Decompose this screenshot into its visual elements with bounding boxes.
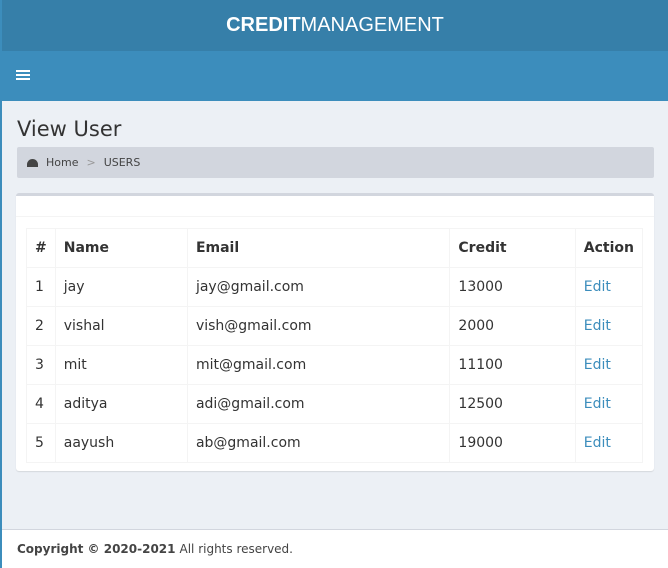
row-name: aayush (54, 423, 188, 463)
breadcrumb: Home > USERS (17, 147, 654, 178)
column-header-action: Action (574, 228, 644, 268)
row-credit: 19000 (449, 423, 576, 463)
table-row: 1 jay jay@gmail.com 13000 Edit (26, 267, 644, 307)
brand-rest-text: MANAGEMENT (300, 14, 444, 36)
edit-link[interactable]: Edit (584, 279, 611, 295)
row-name: jay (54, 267, 188, 307)
users-table: # Name Email Credit Action 1 jay jay@gma… (26, 228, 644, 463)
column-header-name: Name (54, 228, 188, 268)
page-footer: Copyright © 2020-2021 All rights reserve… (2, 529, 668, 568)
brand-bold-text: CREDIT (226, 14, 301, 36)
row-index: 1 (26, 267, 56, 307)
row-index: 3 (26, 345, 56, 385)
row-name: mit (54, 345, 188, 385)
row-action: Edit (574, 384, 644, 424)
column-header-credit: Credit (449, 228, 576, 268)
row-email: ab@gmail.com (186, 423, 451, 463)
row-index: 5 (26, 423, 56, 463)
top-navbar (2, 51, 668, 101)
hamburger-icon[interactable] (16, 68, 30, 84)
dashboard-gauge-icon (27, 158, 38, 167)
users-box: # Name Email Credit Action 1 jay jay@gma… (16, 193, 654, 471)
row-index: 4 (26, 384, 56, 424)
row-email: jay@gmail.com (186, 267, 451, 307)
app-brand[interactable]: CREDIT MANAGEMENT (2, 0, 668, 51)
box-header (16, 196, 654, 217)
breadcrumb-current: USERS (103, 156, 141, 169)
edit-link[interactable]: Edit (584, 318, 611, 334)
table-row: 5 aayush ab@gmail.com 19000 Edit (26, 423, 644, 463)
row-action: Edit (574, 423, 644, 463)
main-content: View User Home > USERS # Name Email Cred… (2, 101, 668, 529)
row-action: Edit (574, 345, 644, 385)
row-credit: 11100 (449, 345, 576, 385)
row-credit: 13000 (449, 267, 576, 307)
column-header-email: Email (186, 228, 451, 268)
table-header-row: # Name Email Credit Action (26, 228, 644, 268)
edit-link[interactable]: Edit (584, 357, 611, 373)
footer-rights: All rights reserved. (179, 542, 294, 556)
row-email: vish@gmail.com (186, 306, 451, 346)
page-title: View User (17, 117, 122, 141)
breadcrumb-home-link[interactable]: Home (46, 156, 78, 169)
table-row: 2 vishal vish@gmail.com 2000 Edit (26, 306, 644, 346)
row-credit: 12500 (449, 384, 576, 424)
row-email: mit@gmail.com (186, 345, 451, 385)
row-action: Edit (574, 306, 644, 346)
row-credit: 2000 (449, 306, 576, 346)
row-action: Edit (574, 267, 644, 307)
row-name: aditya (54, 384, 188, 424)
row-email: adi@gmail.com (186, 384, 451, 424)
edit-link[interactable]: Edit (584, 396, 611, 412)
table-row: 3 mit mit@gmail.com 11100 Edit (26, 345, 644, 385)
edit-link[interactable]: Edit (584, 435, 611, 451)
row-name: vishal (54, 306, 188, 346)
breadcrumb-separator: > (86, 156, 96, 169)
footer-copyright: Copyright © 2020-2021 (17, 542, 176, 556)
row-index: 2 (26, 306, 56, 346)
table-row: 4 aditya adi@gmail.com 12500 Edit (26, 384, 644, 424)
column-header-index: # (26, 228, 56, 268)
